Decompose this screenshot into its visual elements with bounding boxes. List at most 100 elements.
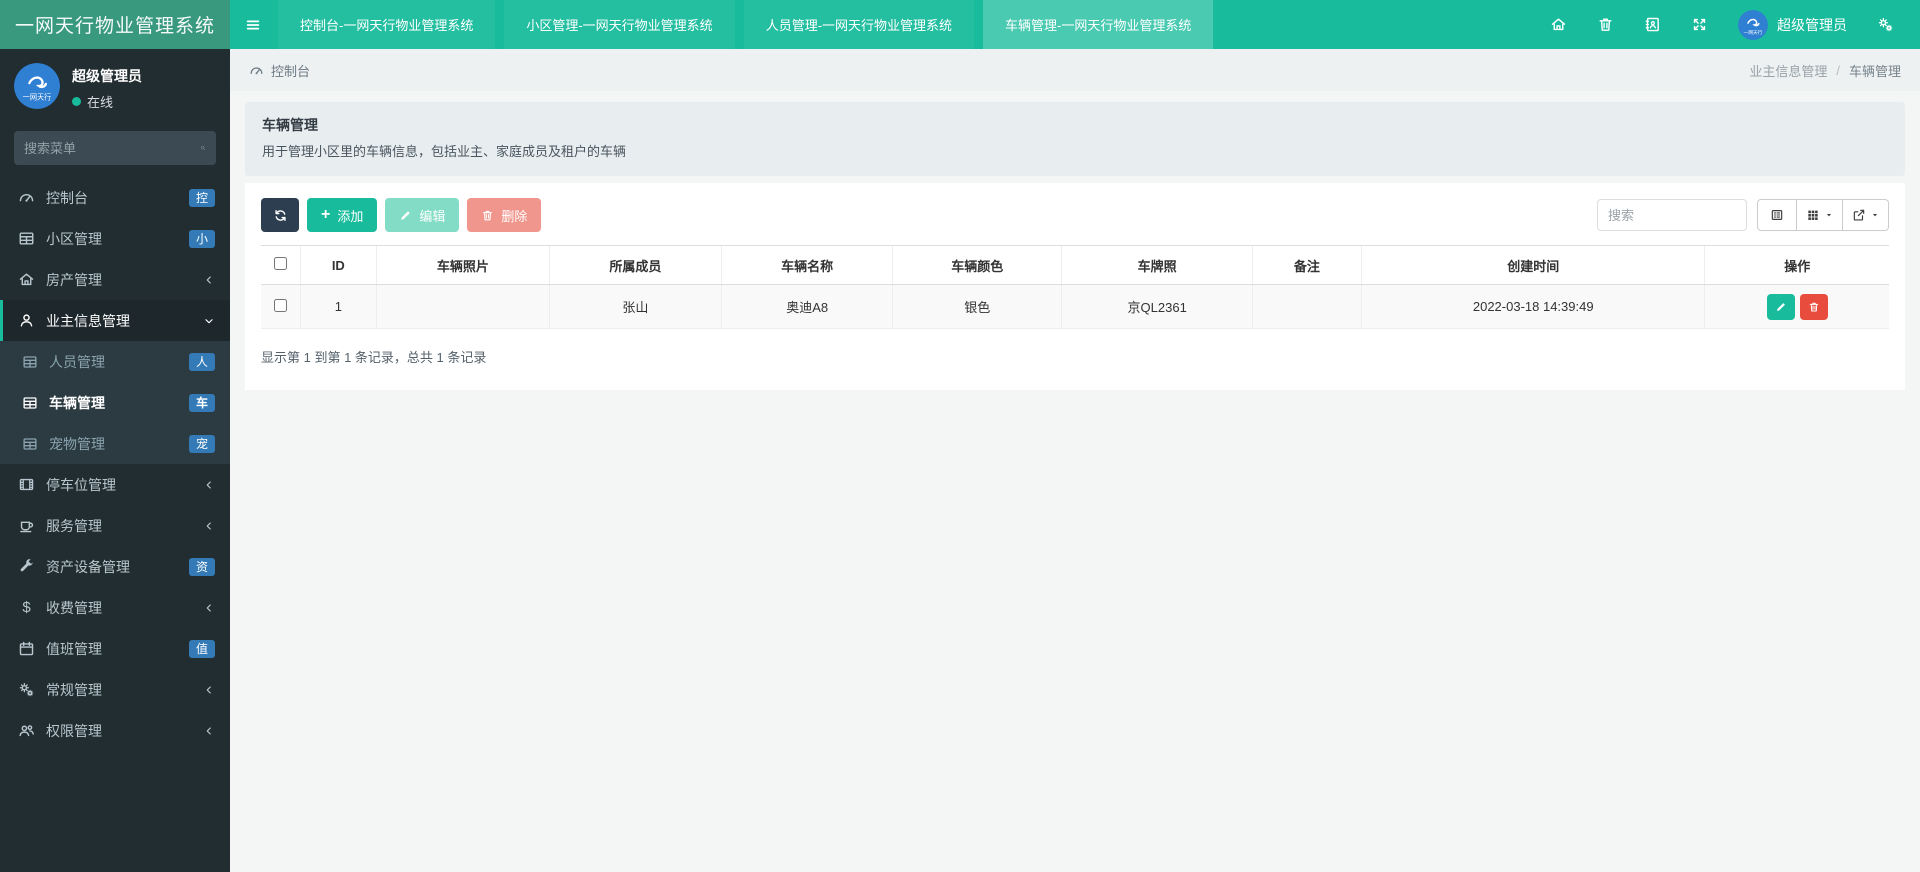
edit-button[interactable]: 编辑: [385, 198, 460, 232]
sidebar-item-duty[interactable]: 值班管理 值: [0, 628, 230, 669]
tab-personnel[interactable]: 人员管理-一网天行物业管理系统: [743, 0, 975, 49]
film-icon: [18, 476, 35, 493]
sidebar-item-vehicle[interactable]: 车辆管理 车: [0, 382, 230, 423]
user-status: 在线: [72, 92, 142, 111]
breadcrumb-home[interactable]: 控制台: [249, 61, 310, 80]
search-icon[interactable]: [200, 141, 206, 155]
owner-info-submenu: 人员管理 人 车辆管理 车 宠物管理 宠: [0, 341, 230, 464]
badge: 值: [188, 639, 215, 658]
sidebar-avatar: 一网天行: [14, 63, 60, 109]
column-header-color: 车辆颜色: [892, 245, 1062, 285]
app-brand[interactable]: 一网天行物业管理系统: [0, 0, 230, 49]
cell-id: 1: [299, 284, 377, 329]
select-all-checkbox[interactable]: [273, 257, 287, 270]
users-icon: [18, 722, 35, 739]
table-row: 1 张山 奥迪A8 银色 京QL2361 2022-03-18 14:39:49: [261, 284, 1889, 329]
table-panel: + 添加 编辑 删除 搜索 ID 车辆照片 所属成员 车辆名称 车辆颜色 车牌照…: [245, 183, 1905, 390]
cell-color: 银色: [892, 284, 1062, 329]
badge: 宠: [188, 434, 215, 453]
sidebar-item-assets[interactable]: 资产设备管理 资: [0, 546, 230, 587]
plus-icon: +: [321, 206, 331, 223]
column-header-member: 所属成员: [548, 245, 722, 285]
sidebar: 一网天行 超级管理员 在线 控制台 控 小区管理 小 房产管理: [0, 49, 230, 872]
grid-icon: [1806, 208, 1820, 222]
cell-photo: [376, 284, 550, 329]
sidebar-item-community[interactable]: 小区管理 小: [0, 218, 230, 259]
svg-text:一网天行: 一网天行: [1744, 28, 1763, 35]
breadcrumb-section[interactable]: 业主信息管理: [1749, 61, 1827, 80]
main-content: 控制台 业主信息管理 / 车辆管理 车辆管理 用于管理小区里的车辆信息，包括业主…: [230, 49, 1920, 872]
table-search-input[interactable]: [1597, 199, 1747, 231]
sidebar-item-permission[interactable]: 权限管理: [0, 710, 230, 751]
refresh-button[interactable]: [261, 198, 299, 232]
sidebar-toggle-button[interactable]: [230, 0, 276, 49]
column-header-id: ID: [299, 245, 377, 285]
sidebar-item-parking[interactable]: 停车位管理: [0, 464, 230, 505]
sidebar-user-name: 超级管理员: [72, 68, 142, 84]
columns-button[interactable]: [1797, 199, 1843, 231]
page-header: 车辆管理 用于管理小区里的车辆信息，包括业主、家庭成员及租户的车辆: [245, 102, 1905, 176]
column-header-plate: 车牌照: [1061, 245, 1253, 285]
cell-created: 2022-03-18 14:39:49: [1360, 284, 1705, 329]
table-icon: [22, 395, 38, 411]
navbar-right: 一网天行 超级管理员: [1550, 0, 1920, 49]
trash-icon: [481, 209, 494, 222]
top-navbar: 一网天行物业管理系统 控制台-一网天行物业管理系统 小区管理-一网天行物业管理系…: [0, 0, 1920, 49]
sidebar-item-owner-info[interactable]: 业主信息管理: [0, 300, 230, 341]
wrench-icon: [18, 558, 35, 575]
cell-remark: [1251, 284, 1362, 329]
sidebar-user-panel: 一网天行 超级管理员 在线: [0, 49, 230, 121]
user-menu[interactable]: 一网天行 超级管理员: [1738, 9, 1847, 40]
row-checkbox[interactable]: [273, 298, 287, 312]
refresh-icon: [273, 208, 288, 223]
column-header-photo: 车辆照片: [376, 245, 550, 285]
table-header-row: ID 车辆照片 所属成员 车辆名称 车辆颜色 车牌照 备注 创建时间 操作: [261, 245, 1889, 285]
sidebar-item-property[interactable]: 房产管理: [0, 259, 230, 300]
add-button[interactable]: + 添加: [307, 198, 378, 232]
cell-name: 奥迪A8: [721, 284, 893, 329]
detail-view-button[interactable]: [1757, 199, 1797, 231]
tab-dashboard[interactable]: 控制台-一网天行物业管理系统: [278, 0, 496, 49]
pencil-icon: [1775, 301, 1787, 313]
address-book-icon[interactable]: [1644, 16, 1661, 33]
row-select-cell: [261, 284, 301, 329]
sidebar-item-charging[interactable]: $ 收费管理: [0, 587, 230, 628]
svg-text:一网天行: 一网天行: [23, 92, 52, 101]
table-icon: [18, 230, 35, 247]
caret-down-icon: [1825, 211, 1833, 219]
sidebar-item-personnel[interactable]: 人员管理 人: [0, 341, 230, 382]
sidebar-item-dashboard[interactable]: 控制台 控: [0, 177, 230, 218]
breadcrumb-separator: /: [1836, 62, 1840, 78]
avatar: 一网天行: [1738, 9, 1768, 40]
sidebar-item-pet[interactable]: 宠物管理 宠: [0, 423, 230, 464]
dashboard-icon: [249, 63, 264, 78]
cup-icon: [18, 517, 35, 534]
home-icon[interactable]: [1550, 16, 1567, 33]
delete-button[interactable]: 删除: [467, 198, 542, 232]
gears-icon[interactable]: [1877, 16, 1894, 33]
row-edit-button[interactable]: [1766, 293, 1795, 320]
sidebar-item-service[interactable]: 服务管理: [0, 505, 230, 546]
dashboard-icon: [18, 189, 35, 206]
sidebar-search-input[interactable]: [24, 140, 200, 156]
dollar-icon: $: [22, 599, 31, 616]
sidebar-item-general[interactable]: 常规管理: [0, 669, 230, 710]
tab-community[interactable]: 小区管理-一网天行物业管理系统: [504, 0, 735, 49]
detail-view-icon: [1770, 208, 1784, 222]
pagination-summary: 显示第 1 到第 1 条记录，总共 1 条记录: [261, 350, 487, 365]
export-icon: [1852, 208, 1866, 222]
tab-vehicle[interactable]: 车辆管理-一网天行物业管理系统: [983, 0, 1214, 49]
column-header-name: 车辆名称: [721, 245, 893, 285]
cell-ops: [1704, 284, 1889, 329]
export-button[interactable]: [1843, 199, 1889, 231]
navbar-spacer: [1213, 0, 1550, 49]
expand-icon[interactable]: [1691, 16, 1708, 33]
breadcrumb-current: 车辆管理: [1848, 63, 1901, 79]
sidebar-menu: 控制台 控 小区管理 小 房产管理 业主信息管理 人员管理 人 车辆管理 车 宠…: [0, 177, 230, 751]
row-delete-button[interactable]: [1799, 293, 1828, 320]
trash-icon[interactable]: [1597, 16, 1614, 33]
calendar-icon: [18, 640, 35, 657]
page-title: 车辆管理: [262, 117, 318, 133]
chevron-left-icon: [203, 520, 215, 532]
page-description: 用于管理小区里的车辆信息，包括业主、家庭成员及租户的车辆: [262, 144, 627, 159]
